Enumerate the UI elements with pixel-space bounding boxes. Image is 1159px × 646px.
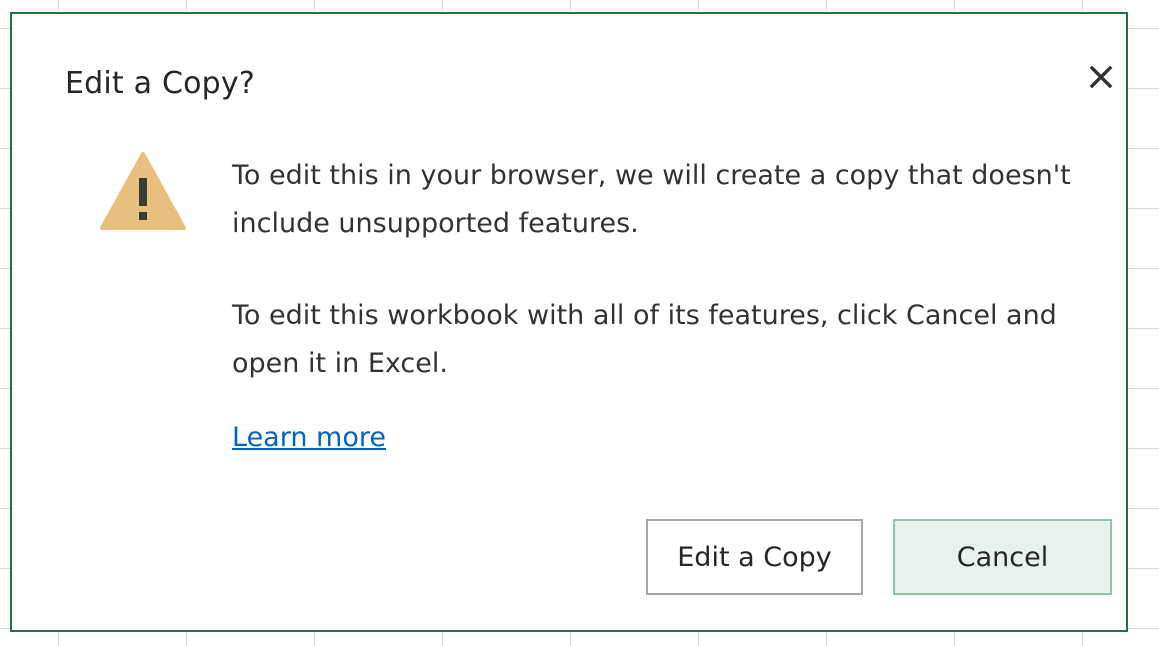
cancel-button[interactable]: Cancel bbox=[893, 519, 1112, 595]
learn-more-link[interactable]: Learn more bbox=[232, 422, 386, 453]
message-cancel-instruction: To edit this workbook with all of its fe… bbox=[232, 300, 1057, 379]
close-button[interactable] bbox=[1076, 52, 1126, 102]
edit-copy-dialog: Edit a Copy? To edit this in your browse… bbox=[10, 12, 1128, 632]
edit-a-copy-button[interactable]: Edit a Copy bbox=[646, 519, 863, 595]
message-copy-explanation: To edit this in your browser, we will cr… bbox=[232, 160, 1071, 239]
dialog-message: To edit this in your browser, we will cr… bbox=[232, 152, 1112, 388]
dialog-title: Edit a Copy? bbox=[65, 66, 255, 101]
warning-icon bbox=[100, 152, 186, 230]
close-icon bbox=[1089, 65, 1113, 89]
